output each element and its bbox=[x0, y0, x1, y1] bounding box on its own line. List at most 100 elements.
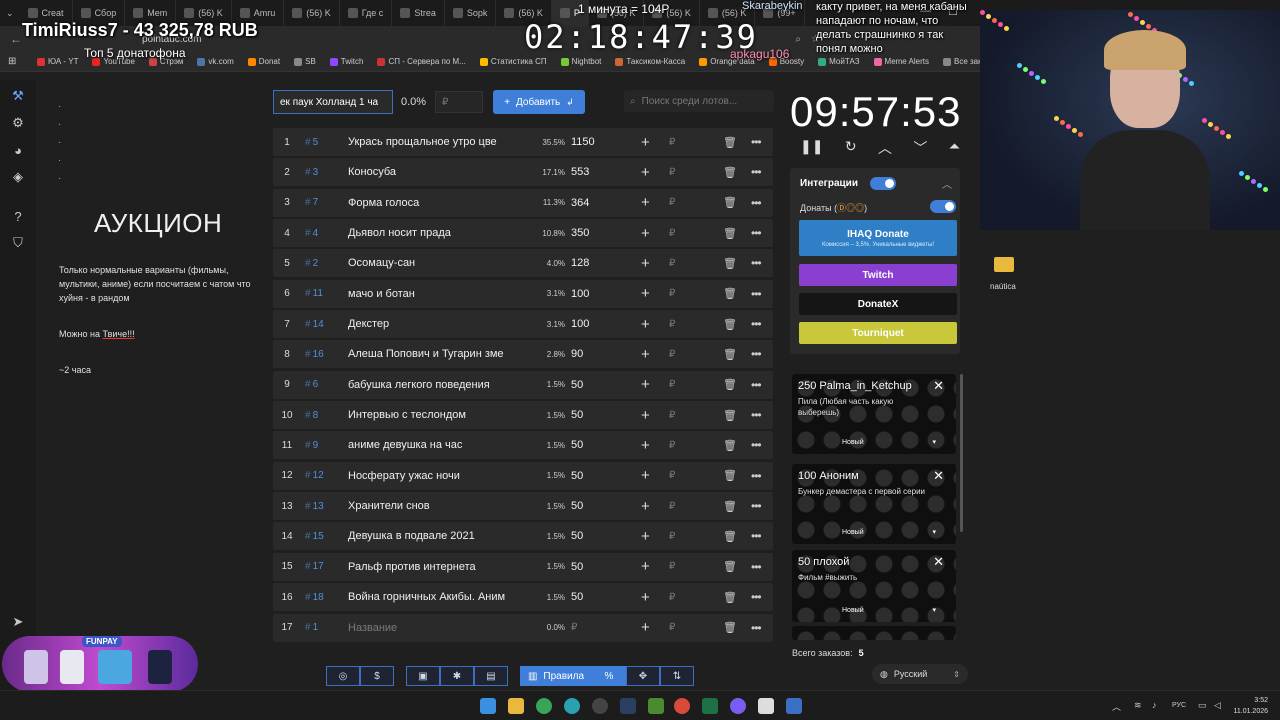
explorer-icon[interactable] bbox=[508, 698, 524, 714]
rub-input-icon[interactable]: ₽ bbox=[669, 137, 675, 148]
delete-icon[interactable]: 🗑 bbox=[723, 409, 737, 422]
delete-icon[interactable]: 🗑 bbox=[723, 591, 737, 604]
bookmark-item[interactable]: Таксиком-Касса bbox=[608, 57, 692, 66]
desktop-folder-icon[interactable] bbox=[994, 257, 1014, 272]
volume-icon[interactable]: ◁ bbox=[1214, 700, 1221, 711]
sort-button[interactable]: ⇅ bbox=[660, 666, 694, 686]
reset-icon[interactable]: ↻ bbox=[845, 138, 857, 158]
more-icon[interactable]: ••• bbox=[751, 438, 762, 452]
zoom-icon[interactable]: ⌕ bbox=[795, 34, 801, 45]
bookmark-item[interactable]: МойТАЗ bbox=[811, 57, 866, 66]
lot-amount[interactable]: 364 bbox=[571, 197, 629, 209]
donation-status[interactable]: Новый bbox=[842, 439, 864, 446]
delete-icon[interactable]: 🗑 bbox=[723, 257, 737, 270]
more-icon[interactable]: ••• bbox=[751, 529, 762, 543]
lot-name[interactable]: бабушка легкого поведения bbox=[348, 379, 531, 391]
rub-input-icon[interactable]: ₽ bbox=[669, 531, 675, 542]
bookmark-item[interactable]: Donat bbox=[241, 57, 287, 66]
collapse-icon[interactable]: ︿ bbox=[942, 176, 952, 191]
delete-icon[interactable]: 🗑 bbox=[723, 439, 737, 452]
donation-card[interactable]: 250 Palma_in_Ketchup Пила (Любая часть ка… bbox=[792, 374, 956, 454]
close-icon[interactable]: ✕ bbox=[933, 554, 944, 570]
add-amount-icon[interactable]: + bbox=[641, 467, 650, 484]
donatex-button[interactable]: DonateX bbox=[799, 293, 957, 315]
rub-input-icon[interactable]: ₽ bbox=[669, 501, 675, 512]
ihaq-donate-button[interactable]: IHAQ Donate Комиссия – 3,5%. Уникальные … bbox=[799, 220, 957, 256]
donate-button[interactable]: $ bbox=[360, 666, 394, 686]
wifi-icon[interactable]: ≋ bbox=[1134, 700, 1142, 711]
browser-tab[interactable]: Где с bbox=[340, 0, 393, 26]
lot-name[interactable]: мачо и ботан bbox=[348, 288, 531, 300]
donation-status[interactable]: Новый bbox=[842, 607, 864, 614]
browser-icon[interactable] bbox=[564, 698, 580, 714]
auction-hammer-icon[interactable]: ⚒ bbox=[10, 88, 26, 104]
browser-tab[interactable]: (56) K bbox=[284, 0, 340, 26]
more-icon[interactable]: ••• bbox=[751, 469, 762, 483]
more-icon[interactable]: ••• bbox=[751, 317, 762, 331]
add-amount-icon[interactable]: + bbox=[641, 528, 650, 545]
donations-scrollbar[interactable] bbox=[960, 374, 963, 532]
delete-icon[interactable]: 🗑 bbox=[723, 560, 737, 573]
add-amount-icon[interactable]: + bbox=[641, 407, 650, 424]
bookmark-item[interactable]: vk.com bbox=[190, 57, 240, 66]
lot-name[interactable]: Носферату ужас ночи bbox=[348, 470, 531, 482]
rub-input-icon[interactable]: ₽ bbox=[669, 440, 675, 451]
delete-icon[interactable]: 🗑 bbox=[723, 287, 737, 300]
lot-name[interactable]: Осомацу-сан bbox=[348, 257, 531, 269]
lot-name[interactable]: аниме девушка на час bbox=[348, 439, 531, 451]
move-button[interactable]: ✥ bbox=[626, 666, 660, 686]
clock[interactable]: 3:52 11.01.2026 bbox=[1233, 695, 1268, 717]
browser-tab[interactable]: Strea bbox=[392, 0, 445, 26]
chevron-up-icon[interactable]: ︿ bbox=[878, 138, 892, 158]
chrome-icon[interactable] bbox=[536, 698, 552, 714]
lot-amount[interactable]: 50 bbox=[571, 530, 629, 542]
donation-card[interactable]: 50 плохой Фильм #выжить ✕ Новый ▾ bbox=[792, 550, 956, 622]
lot-name[interactable]: Интервью с теслондом bbox=[348, 409, 531, 421]
wheel-icon[interactable]: ◕ bbox=[10, 142, 26, 158]
rub-input-icon[interactable]: ₽ bbox=[669, 410, 675, 421]
apps-grid-icon[interactable]: ⊞ bbox=[8, 56, 16, 67]
bookmark-item[interactable]: Twitch bbox=[323, 57, 371, 66]
lot-name[interactable]: Девушка в подвале 2021 bbox=[348, 530, 531, 542]
lot-amount[interactable]: 50 bbox=[571, 470, 629, 482]
lot-amount[interactable]: 100 bbox=[571, 318, 629, 330]
lot-name[interactable]: Название bbox=[348, 622, 531, 634]
rub-input-icon[interactable]: ₽ bbox=[669, 470, 675, 481]
add-amount-icon[interactable]: + bbox=[641, 498, 650, 515]
lot-name[interactable]: Декстер bbox=[348, 318, 531, 330]
obs-icon[interactable] bbox=[592, 698, 608, 714]
more-icon[interactable]: ••• bbox=[751, 135, 762, 149]
telegram-icon[interactable]: ➤ bbox=[10, 614, 26, 630]
rules-text[interactable]: Только нормальные варианты (фильмы, муль… bbox=[59, 263, 259, 377]
bug-button[interactable]: ✱ bbox=[440, 666, 474, 686]
lot-amount[interactable]: 1150 bbox=[571, 136, 629, 148]
rub-input-icon[interactable]: ₽ bbox=[669, 622, 675, 633]
lot-name[interactable]: Дьявол носит прада bbox=[348, 227, 531, 239]
add-amount-icon[interactable]: + bbox=[641, 316, 650, 333]
chevron-down-icon[interactable]: ▾ bbox=[932, 606, 936, 614]
more-icon[interactable]: ••• bbox=[751, 287, 762, 301]
back-icon[interactable]: ← bbox=[10, 32, 22, 46]
app-icon[interactable] bbox=[758, 698, 774, 714]
delete-icon[interactable]: 🗑 bbox=[723, 196, 737, 209]
delete-icon[interactable]: 🗑 bbox=[723, 500, 737, 513]
rub-input-icon[interactable]: ₽ bbox=[669, 197, 675, 208]
minecraft-icon[interactable] bbox=[648, 698, 664, 714]
delete-icon[interactable]: 🗑 bbox=[723, 469, 737, 482]
lot-name[interactable]: Война горничных Акибы. Аним bbox=[348, 591, 531, 603]
keyboard-lang[interactable]: РУС bbox=[1172, 702, 1186, 709]
more-icon[interactable]: ••• bbox=[751, 590, 762, 604]
more-icon[interactable]: ••• bbox=[751, 621, 762, 635]
rub-input-icon[interactable]: ₽ bbox=[669, 228, 675, 239]
lot-amount-input[interactable] bbox=[435, 91, 483, 113]
percent-button[interactable]: % bbox=[592, 666, 626, 686]
rules-button[interactable]: ▥ Правила bbox=[520, 666, 592, 686]
delete-icon[interactable]: 🗑 bbox=[723, 166, 737, 179]
rub-input-icon[interactable]: ₽ bbox=[669, 288, 675, 299]
funpay-promo-banner[interactable]: FUNPAY bbox=[2, 636, 198, 692]
add-amount-icon[interactable]: + bbox=[641, 225, 650, 242]
add-amount-icon[interactable]: + bbox=[641, 376, 650, 393]
twitch-button[interactable]: Twitch bbox=[799, 264, 957, 286]
rub-input-icon[interactable]: ₽ bbox=[669, 349, 675, 360]
tab-search-icon[interactable]: ⌄ bbox=[0, 8, 20, 19]
